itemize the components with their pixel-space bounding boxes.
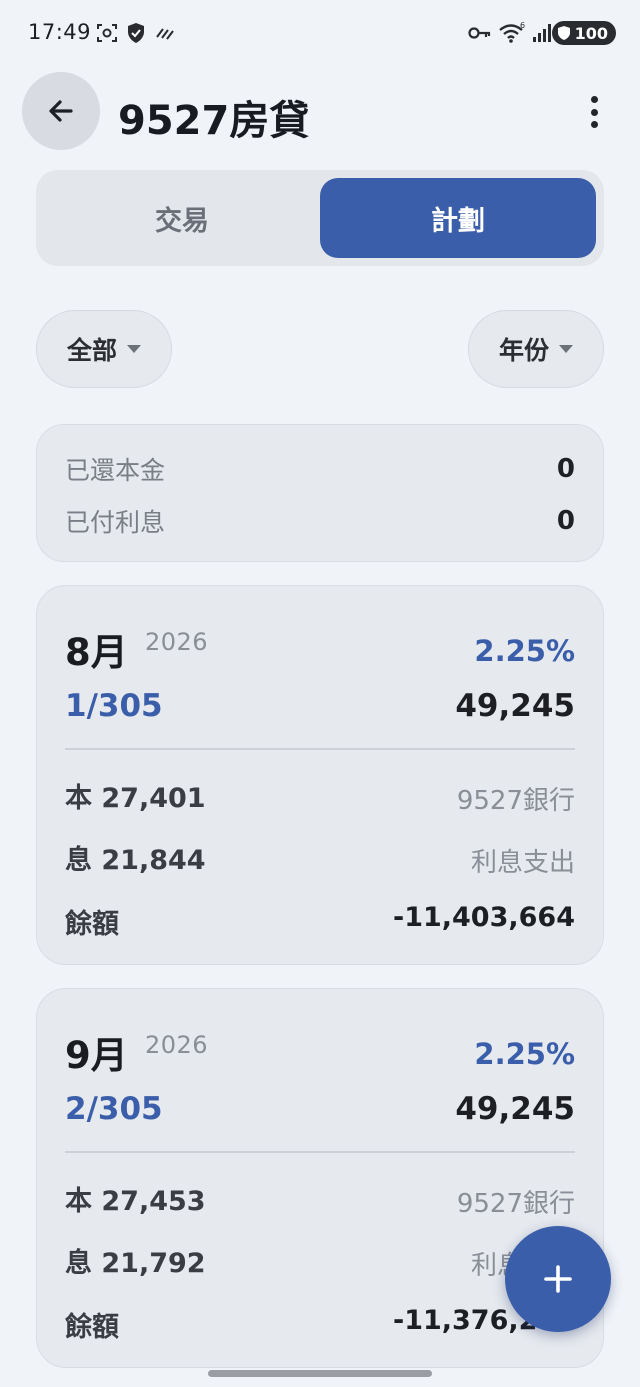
summary-card: 已還本金 0 已付利息 0: [36, 424, 604, 562]
paid-interest-row: 已付利息 0: [65, 503, 575, 539]
dropdown-caret-icon: [559, 345, 573, 353]
plan-bank: 9527銀行: [456, 786, 575, 816]
filter-all-label: 全部: [66, 336, 117, 365]
back-button[interactable]: [22, 72, 100, 150]
plan-year: 2026: [145, 1031, 209, 1059]
plan-balance-label: 餘額: [65, 909, 119, 940]
screenshot-scan-icon: [96, 22, 118, 44]
wifi-icon: 6: [498, 22, 526, 44]
vpn-key-icon: [468, 22, 492, 44]
battery-indicator: 100: [551, 21, 616, 45]
plan-year: 2026: [145, 628, 209, 656]
repaid-principal-row: 已還本金 0: [65, 451, 575, 487]
tab-plan[interactable]: 計劃: [320, 178, 596, 258]
segmented-tabs: 交易 計劃: [36, 170, 604, 266]
divider: [65, 748, 575, 750]
status-time: 17:49: [28, 20, 92, 44]
paid-interest-value: 0: [556, 506, 575, 536]
more-vert-icon-dot: [590, 121, 598, 128]
plan-category: 利息支出: [470, 848, 575, 878]
plan-month: 9月: [65, 1034, 128, 1077]
repaid-principal-label: 已還本金: [65, 456, 166, 485]
more-vert-icon: [590, 96, 598, 103]
more-vert-icon-dot: [590, 108, 598, 116]
plan-interest: 息 21,792: [65, 1248, 206, 1279]
page-title: 9527房貸: [118, 98, 310, 144]
gesture-navigation-bar[interactable]: [208, 1370, 432, 1377]
plan-principal: 本 27,453: [65, 1186, 206, 1217]
plan-interest-rate: 2.25%: [474, 634, 575, 668]
data-activity-icon: [154, 22, 176, 44]
plan-interest-rate: 2.25%: [474, 1037, 575, 1071]
plan-payment-amount: 49,245: [455, 688, 575, 724]
plan-interest: 息 21,844: [65, 845, 206, 876]
plan-period: 1/305: [65, 688, 163, 724]
plan-card[interactable]: 8月 2026 2.25% 1/305 49,245 本 27,401 9527…: [36, 585, 604, 965]
arrow-left-icon: [49, 100, 73, 122]
filter-year-dropdown[interactable]: 年份: [468, 310, 604, 388]
plan-principal: 本 27,401: [65, 783, 206, 814]
plan-balance: -11,403,664: [392, 902, 575, 933]
plan-month: 8月: [65, 631, 128, 674]
paid-interest-label: 已付利息: [65, 508, 166, 537]
shield-icon: [126, 22, 146, 44]
add-button[interactable]: [505, 1226, 611, 1332]
filter-all-dropdown[interactable]: 全部: [36, 310, 172, 388]
divider: [65, 1151, 575, 1153]
status-bar: 17:49 6 100: [0, 0, 640, 64]
battery-shield-icon: [557, 26, 570, 40]
cellular-signal-icon: [532, 22, 552, 44]
plus-icon: [544, 1265, 572, 1293]
screen: 17:49 6 100 9527房貸 交易 計劃 全部 年份 已還本金 0 已付…: [0, 0, 640, 1387]
tab-transactions[interactable]: 交易: [44, 178, 320, 258]
plan-period: 2/305: [65, 1091, 163, 1127]
plan-balance-label: 餘額: [65, 1312, 119, 1343]
plan-bank: 9527銀行: [456, 1189, 575, 1219]
repaid-principal-value: 0: [556, 454, 575, 484]
more-options-button[interactable]: [584, 92, 604, 132]
battery-level: 100: [574, 23, 608, 43]
filter-year-label: 年份: [498, 336, 549, 365]
plan-payment-amount: 49,245: [455, 1091, 575, 1127]
svg-text:6: 6: [520, 22, 525, 30]
dropdown-caret-icon: [127, 345, 141, 353]
